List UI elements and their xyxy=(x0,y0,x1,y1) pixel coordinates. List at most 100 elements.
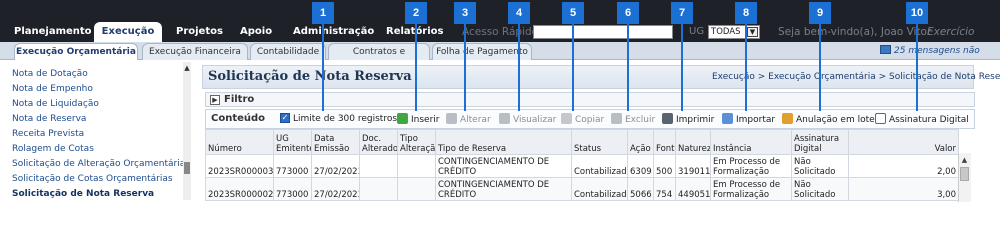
cell-ug-emitente: 773000 xyxy=(273,154,312,178)
anulacao-label: Anulação em lote xyxy=(796,115,875,125)
expand-arrow-icon[interactable]: ▶ xyxy=(210,95,220,105)
cell-assinatura: Não Solicitado xyxy=(791,177,849,201)
acesso-rapido-input[interactable] xyxy=(533,25,673,39)
menu-tab-planejamento[interactable]: Planejamento xyxy=(14,22,92,42)
callout-badge-3: 3 xyxy=(454,2,476,24)
callout-line-8 xyxy=(745,24,747,111)
scroll-up-icon[interactable]: ▲ xyxy=(183,64,191,72)
scroll-up-icon[interactable]: ▲ xyxy=(958,155,971,165)
col-header-ug-emitente[interactable]: UG Emitente xyxy=(273,129,312,155)
inserir-label: Inserir xyxy=(411,115,440,125)
table-scroll-thumb[interactable] xyxy=(960,167,969,181)
ug-select-value: TODAS xyxy=(711,27,741,37)
tab-execucao-orcamentaria[interactable]: Execução Orçamentária xyxy=(14,43,138,60)
callout-badge-7: 7 xyxy=(671,2,693,24)
sidebar-item-solicitacao-alteracao[interactable]: Solicitação de Alteração Orçamentária xyxy=(12,158,185,170)
welcome-text: Seja bem-vindo(a), Joao Vitor xyxy=(778,26,932,38)
hand-icon xyxy=(782,113,793,124)
cell-doc-alterado xyxy=(359,177,398,201)
tab-folha-pagamento[interactable]: Folha de Pagamento xyxy=(432,43,532,60)
limit-checkbox[interactable]: ✓ xyxy=(280,113,290,123)
col-header-status[interactable]: Status xyxy=(571,129,628,155)
col-header-acao[interactable]: Ação xyxy=(627,129,654,155)
col-header-tipo-reserva[interactable]: Tipo de Reserva xyxy=(435,129,572,155)
acesso-rapido-label: Acesso Rápido xyxy=(462,26,539,38)
menu-tab-projetos[interactable]: Projetos xyxy=(176,22,226,42)
col-header-assinatura-digital[interactable]: Assinatura Digital xyxy=(791,129,849,155)
callout-badge-8: 8 xyxy=(735,2,757,24)
sidebar-item-nota-reserva[interactable]: Nota de Reserva xyxy=(12,113,86,125)
sidebar-scroll-thumb[interactable] xyxy=(184,162,190,174)
imprimir-label: Imprimir xyxy=(676,115,715,125)
page-title: Solicitação de Nota Reserva xyxy=(208,69,412,84)
data-table: Número UG Emitente Data Emissão Doc. Alt… xyxy=(205,129,959,201)
tab-contabilidade[interactable]: Contabilidade xyxy=(250,43,326,60)
col-header-fonte[interactable]: Fonte xyxy=(653,129,676,155)
anulacao-lote-button[interactable]: Anulação em lote xyxy=(782,113,875,126)
trash-icon xyxy=(611,113,622,124)
sidebar-item-rolagem-cotas[interactable]: Rolagem de Cotas xyxy=(12,143,94,155)
callout-badge-10: 10 xyxy=(906,2,928,24)
filter-label[interactable]: Filtro xyxy=(224,93,254,106)
importar-button[interactable]: Importar xyxy=(722,113,775,126)
cell-assinatura: Não Solicitado xyxy=(791,154,849,178)
table-row[interactable]: 2023SR000003 773000 27/02/2023 CONTINGEN… xyxy=(205,154,959,178)
sidebar-scrollbar[interactable] xyxy=(183,62,191,200)
sidebar-item-nota-liquidacao[interactable]: Nota de Liquidação xyxy=(12,98,99,110)
callout-line-7 xyxy=(681,24,683,111)
sidebar-item-receita-prevista[interactable]: Receita Prevista xyxy=(12,128,84,140)
col-header-valor[interactable]: Valor xyxy=(848,129,959,155)
col-header-doc-alterado[interactable]: Doc. Alterado xyxy=(359,129,398,155)
callout-badge-9: 9 xyxy=(809,2,831,24)
edit-icon xyxy=(446,113,457,124)
cell-fonte: 754 xyxy=(653,177,676,201)
callout-line-1 xyxy=(322,24,324,111)
sidebar-item-solicitacao-nota-reserva[interactable]: Solicitação de Nota Reserva xyxy=(12,188,154,200)
sidebar-item-nota-empenho[interactable]: Nota de Empenho xyxy=(12,83,93,95)
callout-badge-4: 4 xyxy=(508,2,530,24)
cell-valor: 2,00 xyxy=(848,154,959,178)
sub-navigation: Execução Orçamentária Execução Financeir… xyxy=(0,42,1000,73)
sidebar-item-solicitacao-cotas[interactable]: Solicitação de Cotas Orçamentárias xyxy=(12,173,173,185)
callout-line-5 xyxy=(572,24,574,111)
alterar-label: Alterar xyxy=(460,115,491,125)
menu-tab-administracao[interactable]: Administração xyxy=(293,22,377,42)
view-icon xyxy=(499,113,510,124)
table-row[interactable]: 2023SR000002 773000 27/02/2023 CONTINGEN… xyxy=(205,177,959,201)
cell-acao: 6309 xyxy=(627,154,654,178)
cell-data-emissao: 27/02/2023 xyxy=(311,154,360,178)
col-header-data-emissao[interactable]: Data Emissão xyxy=(311,129,360,155)
breadcrumb[interactable]: Execução > Execução Orçamentária > Solic… xyxy=(712,72,1000,82)
cell-natureza: 449051 xyxy=(675,177,711,201)
callout-badge-6: 6 xyxy=(617,2,639,24)
import-icon xyxy=(722,113,733,124)
ug-select[interactable]: TODAS ▼ xyxy=(708,25,760,39)
cell-tipo-reserva: CONTINGENCIAMENTO DE CRÉDITO xyxy=(435,154,572,178)
callout-line-6 xyxy=(627,24,629,111)
copy-icon xyxy=(561,113,572,124)
filter-panel[interactable] xyxy=(205,92,975,107)
menu-tab-apoio[interactable]: Apoio xyxy=(240,22,274,42)
col-header-tipo-alteracao[interactable]: Tipo Alteração xyxy=(397,129,436,155)
callout-line-2 xyxy=(415,24,417,111)
tab-execucao-financeira[interactable]: Execução Financeira xyxy=(142,43,248,60)
callout-line-10 xyxy=(916,24,918,111)
plus-icon xyxy=(397,113,408,124)
inserir-button[interactable]: Inserir xyxy=(397,113,440,126)
col-header-numero[interactable]: Número xyxy=(205,129,274,155)
col-header-natureza[interactable]: Natureza xyxy=(675,129,711,155)
cell-numero: 2023SR000003 xyxy=(205,154,274,178)
col-header-instancia[interactable]: Instância xyxy=(710,129,792,155)
imprimir-button[interactable]: Imprimir xyxy=(662,113,714,126)
alterar-button[interactable]: Alterar xyxy=(446,113,491,126)
chevron-down-icon: ▼ xyxy=(747,27,758,37)
visualizar-label: Visualizar xyxy=(513,115,557,125)
cell-instancia: Em Processo de Formalização xyxy=(710,177,792,201)
sidebar-item-nota-dotacao[interactable]: Nota de Dotação xyxy=(12,68,88,80)
signature-icon xyxy=(875,113,886,124)
visualizar-button[interactable]: Visualizar xyxy=(499,113,556,126)
assinatura-digital-button[interactable]: Assinatura Digital xyxy=(875,113,969,126)
menu-tab-execucao[interactable]: Execução xyxy=(94,22,162,42)
copiar-button[interactable]: Copiar xyxy=(561,113,604,126)
excluir-button[interactable]: Excluir xyxy=(611,113,655,126)
